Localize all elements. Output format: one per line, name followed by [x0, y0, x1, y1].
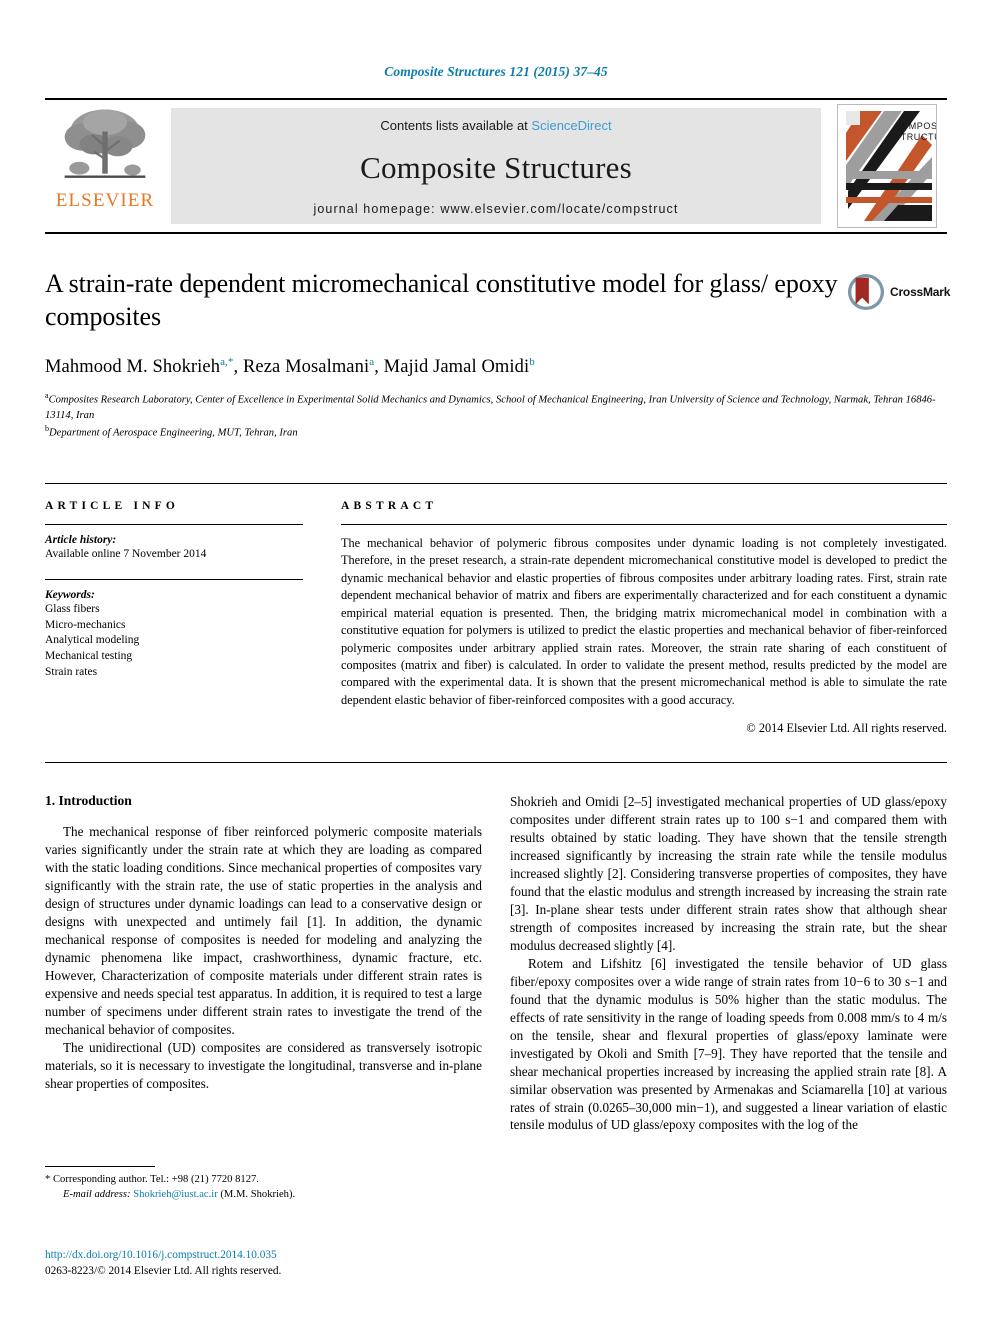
author-marks: b — [529, 355, 535, 368]
body-column-right: Shokrieh and Omidi [2–5] investigated me… — [510, 793, 947, 1134]
running-head: Composite Structures 121 (2015) 37–45 — [384, 64, 608, 79]
author-name: Reza Mosalmani — [242, 356, 370, 377]
divider — [341, 523, 947, 525]
paragraph: The mechanical response of fiber reinfor… — [45, 824, 482, 1037]
issn-copyright-line: 0263-8223/© 2014 Elsevier Ltd. All right… — [45, 1265, 282, 1278]
corresponding-author-text: Corresponding author. Tel.: +98 (21) 772… — [52, 1174, 259, 1185]
footnote-area: * Corresponding author. Tel.: +98 (21) 7… — [45, 1166, 482, 1202]
author-marks: a,* — [220, 355, 234, 368]
footer-block: http://dx.doi.org/10.1016/j.compstruct.2… — [45, 1247, 505, 1280]
affiliation-item: aComposites Research Laboratory, Center … — [45, 390, 947, 423]
cover-title-line2: STRUCTURES — [894, 132, 936, 142]
author-marks: a — [369, 355, 375, 368]
keyword-item: Glass fibers — [45, 602, 100, 615]
info-abstract-region: ARTICLE INFO Article history: Available … — [45, 482, 947, 737]
paragraph: The unidirectional (UD) composites are c… — [45, 1039, 482, 1091]
footnote-star: * — [45, 1174, 51, 1185]
keyword-item: Analytical modeling — [45, 634, 140, 647]
journal-title: Composite Structures — [360, 149, 632, 185]
body-columns: 1. Introduction The mechanical response … — [45, 793, 947, 1134]
doi-link[interactable]: http://dx.doi.org/10.1016/j.compstruct.2… — [45, 1247, 505, 1263]
elsevier-tree-icon — [64, 109, 146, 178]
masthead-center: Contents lists available at ScienceDirec… — [171, 108, 821, 224]
affiliation-item: bDepartment of Aerospace Engineering, MU… — [45, 423, 947, 441]
article-info-column: ARTICLE INFO Article history: Available … — [45, 500, 303, 737]
divider — [45, 523, 303, 525]
author-name: Mahmood M. Shokrieh — [45, 356, 221, 377]
article-history-label: Article history: — [45, 533, 117, 546]
divider — [45, 578, 303, 580]
journal-masthead: ELSEVIER Contents lists available at Sci… — [45, 98, 947, 234]
body-column-left: 1. Introduction The mechanical response … — [45, 793, 482, 1134]
crossmark-icon — [847, 273, 885, 311]
journal-cover-thumbnail: COMPOSITE STRUCTURES — [827, 100, 947, 232]
section-title-introduction: 1. Introduction — [45, 793, 132, 809]
affiliation-text: Composites Research Laboratory, Center o… — [45, 394, 936, 421]
author-list: Mahmood M. Shokrieha,*, Reza Mosalmania,… — [45, 355, 535, 377]
corresponding-author-note: * Corresponding author. Tel.: +98 (21) 7… — [45, 1172, 482, 1187]
paragraph: Shokrieh and Omidi [2–5] investigated me… — [510, 794, 947, 953]
contents-prefix: Contents lists available at — [380, 118, 532, 133]
abstract-column: ABSTRACT The mechanical behavior of poly… — [341, 500, 947, 737]
divider — [45, 762, 947, 764]
article-page: Composite Structures 121 (2015) 37–45 EL… — [0, 0, 992, 1323]
keyword-item: Micro-mechanics — [45, 618, 126, 631]
affiliation-list: aComposites Research Laboratory, Center … — [45, 390, 947, 441]
affiliation-text: Department of Aerospace Engineering, MUT… — [49, 427, 298, 439]
paragraph: Rotem and Lifshitz [6] investigated the … — [510, 955, 947, 1133]
crossmark-label: CrossMark — [890, 285, 951, 299]
cover-title-line1: COMPOSITE — [894, 121, 936, 131]
author-item: Majid Jamal Omidib — [383, 355, 535, 377]
abstract-copyright: © 2014 Elsevier Ltd. All rights reserved… — [746, 721, 947, 736]
email-link[interactable]: Shokrieh@iust.ac.ir — [133, 1189, 218, 1200]
abstract-heading: ABSTRACT — [341, 499, 438, 512]
journal-homepage-link[interactable]: journal homepage: www.elsevier.com/locat… — [314, 202, 679, 216]
divider — [45, 1166, 155, 1167]
author-name: Majid Jamal Omidi — [383, 356, 530, 377]
crossmark-badge[interactable]: CrossMark — [847, 270, 951, 314]
email-note: E-mail address: Shokrieh@iust.ac.ir (M.M… — [45, 1187, 482, 1202]
contents-available-line: Contents lists available at ScienceDirec… — [380, 118, 611, 133]
publisher-logo: ELSEVIER — [45, 100, 165, 232]
keyword-item: Strain rates — [45, 666, 98, 679]
email-label: E-mail address: — [63, 1189, 131, 1201]
author-item: Mahmood M. Shokrieha,* — [45, 355, 234, 377]
page-title: A strain-rate dependent micromechanical … — [45, 269, 838, 331]
keywords-label: Keywords: — [45, 588, 95, 601]
article-info-heading: ARTICLE INFO — [45, 499, 180, 512]
email-owner: (M.M. Shokrieh). — [220, 1189, 296, 1201]
elsevier-wordmark: ELSEVIER — [55, 190, 155, 211]
journal-cover-art: COMPOSITE STRUCTURES — [838, 105, 936, 227]
article-history-value: Available online 7 November 2014 — [45, 547, 207, 560]
abstract-text: The mechanical behavior of polymeric fib… — [341, 535, 947, 707]
title-block: A strain-rate dependent micromechanical … — [45, 268, 951, 441]
sciencedirect-link[interactable]: ScienceDirect — [531, 118, 611, 133]
author-item: Reza Mosalmania — [242, 355, 375, 377]
keyword-item: Mechanical testing — [45, 650, 133, 663]
